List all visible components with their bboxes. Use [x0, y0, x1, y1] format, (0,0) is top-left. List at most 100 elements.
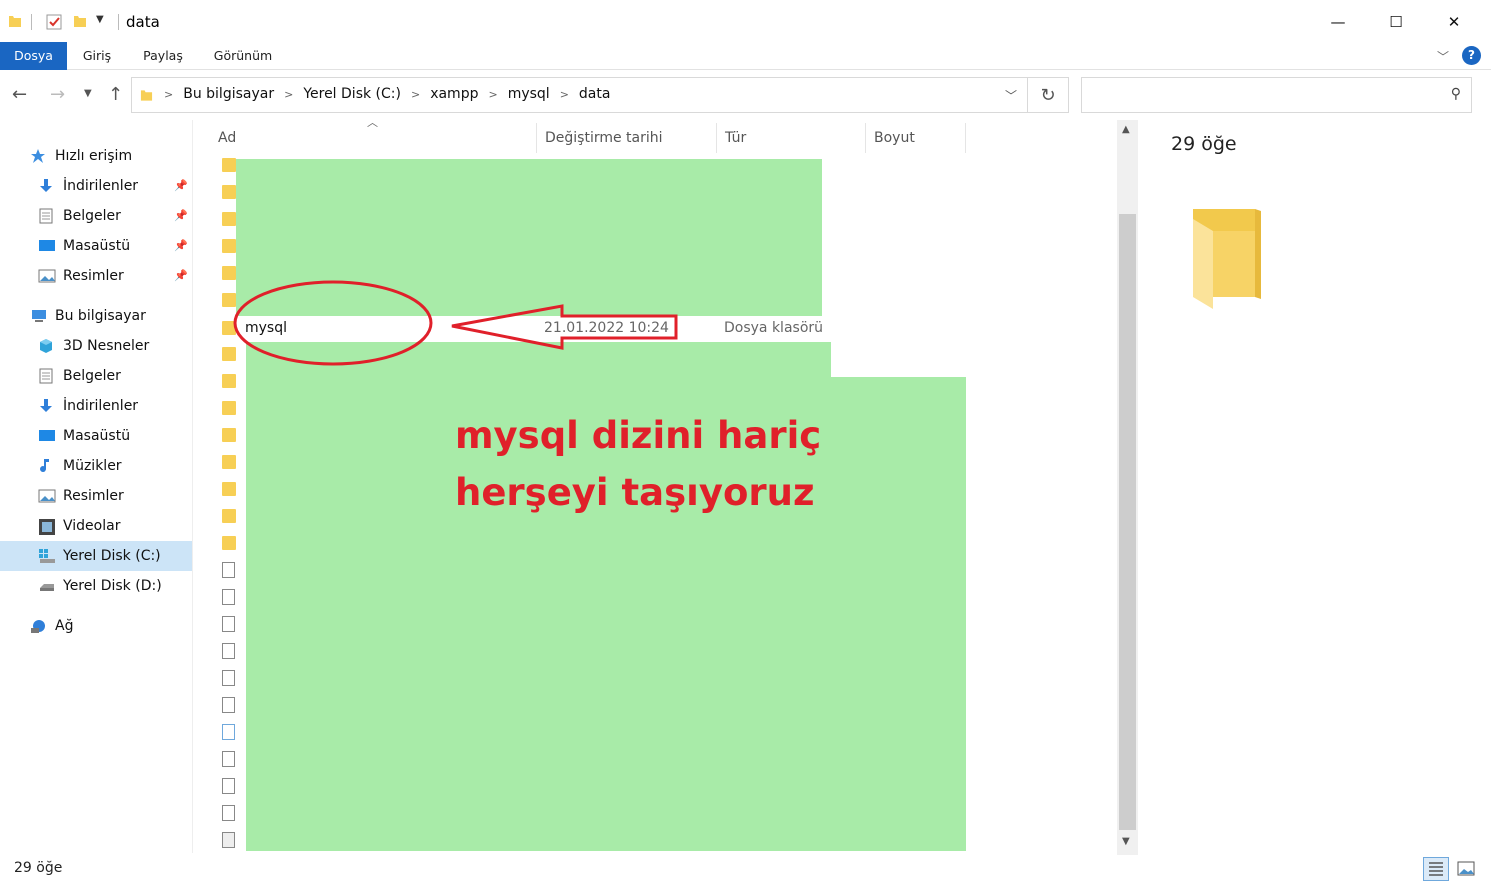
file-icon[interactable] [222, 697, 235, 713]
folder-icon[interactable] [222, 455, 236, 469]
address-dropdown-icon[interactable]: ﹀ [1005, 87, 1017, 104]
minimize-button[interactable]: — [1309, 0, 1367, 44]
text-file-icon[interactable] [222, 832, 235, 848]
nav-desktop-pinned[interactable]: Masaüstü 📌 [0, 231, 192, 261]
windows-drive-icon [38, 548, 56, 564]
crumb-xampp[interactable]: xampp [430, 86, 478, 102]
nav-pictures[interactable]: Resimler [0, 481, 192, 511]
pictures-icon [38, 488, 56, 504]
nav-local-disk-d[interactable]: Yerel Disk (D:) [0, 571, 192, 601]
title-bar: ▼ data — ☐ ✕ [0, 0, 1491, 44]
file-type: Dosya klasörü [724, 320, 824, 336]
column-header-date[interactable]: Değiştirme tarihi [537, 123, 717, 153]
file-icon[interactable] [222, 562, 235, 578]
refresh-button[interactable]: ↻ [1028, 77, 1069, 113]
chevron-right-icon[interactable]: > [560, 88, 569, 101]
back-arrow-icon[interactable]: ← [12, 84, 27, 105]
nav-videos[interactable]: Videolar [0, 511, 192, 541]
crumb-mysql[interactable]: mysql [508, 86, 550, 102]
file-row-mysql[interactable]: mysql 21.01.2022 10:24 Dosya klasörü [236, 316, 836, 342]
crumb-data[interactable]: data [579, 86, 611, 102]
chevron-right-icon[interactable]: > [284, 88, 293, 101]
folder-icon[interactable] [222, 185, 236, 199]
nav-3d-objects[interactable]: 3D Nesneler [0, 331, 192, 361]
folder-icon[interactable] [222, 293, 236, 307]
nav-downloads-pinned[interactable]: İndirilenler 📌 [0, 171, 192, 201]
folder-icon[interactable] [222, 509, 236, 523]
crumb-this-pc[interactable]: Bu bilgisayar [183, 86, 274, 102]
search-input[interactable] [1088, 84, 1438, 106]
file-icon[interactable] [222, 724, 235, 740]
scroll-up-icon[interactable]: ▲ [1122, 124, 1130, 135]
file-icon[interactable] [222, 751, 235, 767]
column-header-type[interactable]: Tür [717, 123, 866, 153]
folder-icon[interactable] [222, 158, 236, 172]
nav-documents[interactable]: Belgeler [0, 361, 192, 391]
nav-desktop[interactable]: Masaüstü [0, 421, 192, 451]
ribbon: Dosya Giriş Paylaş Görünüm ﹀ ? [0, 42, 1491, 70]
search-icon[interactable]: ⚲ [1451, 86, 1461, 102]
details-view-button[interactable] [1423, 857, 1449, 881]
pin-icon[interactable]: 📌 [174, 239, 188, 252]
folder-icon[interactable] [222, 374, 236, 388]
item-count: 29 öğe [1171, 133, 1237, 155]
folder-icon[interactable] [222, 482, 236, 496]
scroll-thumb[interactable] [1119, 214, 1136, 830]
tab-file[interactable]: Dosya [0, 42, 67, 70]
folder-icon[interactable] [222, 212, 236, 226]
tab-home[interactable]: Giriş [70, 42, 124, 70]
scroll-down-icon[interactable]: ▼ [1122, 836, 1130, 847]
new-folder-icon[interactable] [73, 14, 87, 28]
nav-network[interactable]: Ağ [0, 611, 192, 641]
close-button[interactable]: ✕ [1425, 0, 1483, 44]
nav-label: Resimler [63, 488, 124, 504]
file-icon[interactable] [222, 589, 235, 605]
chevron-right-icon[interactable]: > [411, 88, 420, 101]
large-icons-view-icon [1457, 861, 1475, 876]
folder-icon[interactable] [222, 428, 236, 442]
settings-file-icon[interactable] [222, 778, 235, 794]
folder-icon[interactable] [222, 401, 236, 415]
nav-quick-access[interactable]: Hızlı erişim [0, 141, 192, 171]
nav-downloads[interactable]: İndirilenler [0, 391, 192, 421]
address-bar[interactable]: > Bu bilgisayar > Yerel Disk (C:) > xamp… [131, 77, 1028, 113]
pin-icon[interactable]: 📌 [174, 179, 188, 192]
file-icon[interactable] [222, 670, 235, 686]
pin-icon[interactable]: 📌 [174, 269, 188, 282]
film-icon [38, 518, 56, 535]
properties-icon[interactable] [46, 14, 62, 30]
vertical-scrollbar[interactable]: ▲ ▼ [1117, 120, 1138, 855]
quick-access-dropdown-icon[interactable]: ▼ [96, 14, 104, 25]
folder-icon[interactable] [222, 239, 236, 253]
tab-share[interactable]: Paylaş [135, 42, 191, 70]
folder-icon[interactable] [222, 266, 236, 280]
column-header-size[interactable]: Boyut [866, 123, 966, 153]
help-icon[interactable]: ? [1462, 46, 1481, 65]
search-box[interactable]: ⚲ [1081, 77, 1472, 113]
recent-locations-icon[interactable]: ▼ [84, 88, 92, 99]
large-icons-view-button[interactable] [1453, 857, 1479, 881]
large-folder-icon [1193, 209, 1261, 309]
forward-arrow-icon[interactable]: → [50, 84, 65, 105]
folder-icon[interactable] [222, 536, 236, 550]
chevron-right-icon[interactable]: > [488, 88, 497, 101]
maximize-button[interactable]: ☐ [1367, 0, 1425, 44]
nav-music[interactable]: Müzikler [0, 451, 192, 481]
up-arrow-icon[interactable]: ↑ [108, 84, 123, 105]
nav-local-disk-c[interactable]: Yerel Disk (C:) [0, 541, 192, 571]
nav-documents-pinned[interactable]: Belgeler 📌 [0, 201, 192, 231]
column-header-name[interactable]: Ad [210, 123, 537, 153]
file-icon[interactable] [222, 643, 235, 659]
chevron-right-icon[interactable]: > [164, 88, 173, 101]
expand-ribbon-icon[interactable]: ﹀ [1437, 48, 1449, 65]
tab-view[interactable]: Görünüm [206, 42, 280, 70]
nav-this-pc[interactable]: Bu bilgisayar [0, 301, 192, 331]
folder-icon[interactable] [222, 347, 236, 361]
crumb-local-disk-c[interactable]: Yerel Disk (C:) [303, 86, 401, 102]
file-icon[interactable] [222, 616, 235, 632]
navigation-pane: Hızlı erişim İndirilenler 📌 Belgeler 📌 M… [0, 120, 193, 853]
nav-pictures-pinned[interactable]: Resimler 📌 [0, 261, 192, 291]
file-icon[interactable] [222, 805, 235, 821]
pin-icon[interactable]: 📌 [174, 209, 188, 222]
folder-icon[interactable] [222, 321, 236, 335]
